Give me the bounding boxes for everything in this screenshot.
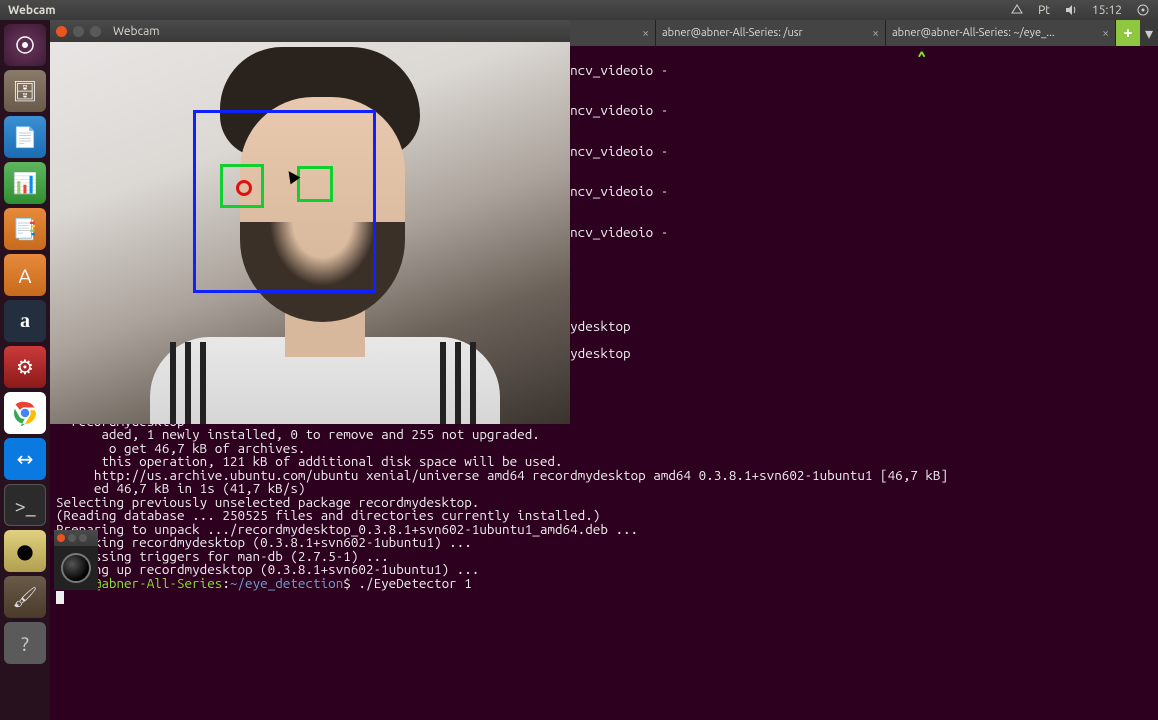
close-icon[interactable]: [56, 26, 67, 37]
maximize-icon[interactable]: [90, 26, 101, 37]
close-icon[interactable]: [57, 534, 65, 542]
eye-detection-rect-right: [297, 166, 333, 202]
sound-icon[interactable]: [1064, 3, 1078, 17]
terminal-cursor: [56, 591, 64, 604]
launcher-software[interactable]: A: [4, 254, 46, 296]
launcher-chrome[interactable]: [4, 392, 46, 434]
top-panel: Webcam Pt 15:12: [0, 0, 1158, 20]
webcam-titlebar[interactable]: Webcam: [50, 20, 570, 42]
launcher: 🗄 📄 📊 📑 A a ⚙ ↔ >_ ● 🖌 ?: [0, 20, 50, 720]
close-icon[interactable]: ×: [1102, 27, 1109, 40]
minimize-icon[interactable]: [73, 26, 84, 37]
launcher-gimp[interactable]: 🖌: [4, 576, 46, 618]
launcher-amazon[interactable]: a: [4, 300, 46, 342]
launcher-dash[interactable]: [4, 24, 46, 66]
launcher-settings[interactable]: ⚙: [4, 346, 46, 388]
launcher-writer[interactable]: 📄: [4, 116, 46, 158]
tab-label: abner@abner-All-Series: /usr: [662, 27, 803, 39]
launcher-help[interactable]: ?: [4, 622, 46, 664]
minimize-icon[interactable]: [68, 534, 76, 542]
network-icon[interactable]: [1010, 3, 1024, 17]
webcam-view: [50, 42, 570, 424]
maximize-icon[interactable]: [79, 534, 87, 542]
terminal-prompt: abner@abner-All-Series:~/eye_detection$ …: [56, 575, 472, 591]
record-preview[interactable]: [54, 546, 98, 590]
launcher-files[interactable]: 🗄: [4, 70, 46, 112]
terminal-tab-3[interactable]: abner@abner-All-Series: ~/eye_... ×: [886, 20, 1116, 46]
pupil-detection-circle: [236, 180, 252, 196]
webcam-window: Webcam: [50, 20, 570, 424]
clock[interactable]: 15:12: [1092, 4, 1122, 17]
record-titlebar[interactable]: [54, 530, 98, 546]
session-icon[interactable]: [1136, 3, 1150, 17]
launcher-calc[interactable]: 📊: [4, 162, 46, 204]
new-tab-button[interactable]: +: [1116, 20, 1140, 46]
tabs-dropdown[interactable]: ▾: [1140, 20, 1158, 46]
keyboard-indicator[interactable]: Pt: [1038, 4, 1050, 17]
launcher-record[interactable]: ●: [4, 530, 46, 572]
close-icon[interactable]: ×: [642, 27, 649, 40]
close-icon[interactable]: ×: [872, 27, 879, 40]
terminal-tab-2[interactable]: abner@abner-All-Series: /usr ×: [656, 20, 886, 46]
launcher-teamviewer[interactable]: ↔: [4, 438, 46, 480]
tab-label: abner@abner-All-Series: ~/eye_...: [892, 27, 1055, 39]
active-app-title: Webcam: [0, 4, 1010, 17]
webcam-title: Webcam: [113, 25, 160, 38]
recordmydesktop-window: [54, 530, 98, 590]
record-orb-icon: [61, 553, 91, 583]
launcher-impress[interactable]: 📑: [4, 208, 46, 250]
launcher-terminal[interactable]: >_: [4, 484, 46, 526]
